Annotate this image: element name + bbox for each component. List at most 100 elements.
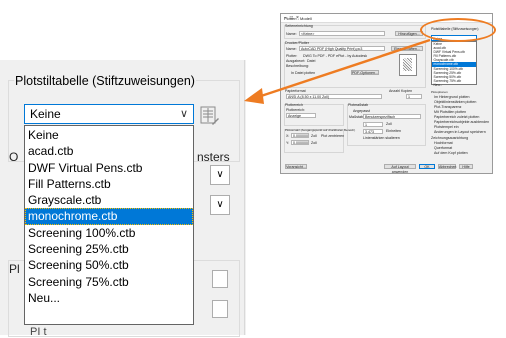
center-plot-checkbox[interactable]: Plot zentrieren [321, 134, 344, 138]
printer-value: AutoCAD PDF (High Quality Print).pc3 [301, 47, 363, 51]
background-combo-1[interactable]: ∨ [210, 165, 230, 185]
plot-offset-label: Plotversatz (Ausgangspunkt auf druckbare… [285, 127, 356, 132]
add-button[interactable]: Hinzufügen... [395, 31, 423, 36]
paper-size-label: Papierformat [285, 89, 306, 93]
scale-den-unit: Einheiten [386, 129, 401, 133]
help-button[interactable]: Hilfe [459, 164, 473, 169]
scale-unit: Zoll [386, 122, 392, 126]
chevron-down-icon: ∨ [179, 108, 188, 120]
plotter-label: Plotter: [286, 54, 298, 58]
x-value: 0.000000 [293, 134, 308, 138]
plot-to-file-checkbox[interactable]: In Datei plotten [291, 71, 315, 75]
dropdown-option[interactable]: DWF Virtual Pens.ctb [25, 160, 193, 176]
portrait-radio[interactable]: Hochformat [434, 141, 453, 145]
dropdown-option[interactable]: Screening 25%.ctb [25, 241, 193, 257]
scale-field-label: Maßstab: [349, 115, 364, 119]
page-setup-combo[interactable]: <Keine> [299, 31, 385, 36]
x-label: X: [286, 134, 290, 138]
background-combo-2[interactable]: ∨ [210, 195, 230, 215]
printer-name-label: Name: [286, 47, 297, 51]
scale-den-field[interactable]: 3.473 [363, 129, 383, 134]
x-offset-field[interactable]: 0.000000 [291, 133, 309, 138]
dropdown-option[interactable]: Neu... [25, 290, 193, 306]
y-label: Y: [286, 141, 290, 145]
edit-table-icon [200, 106, 219, 125]
plot-scale-label: Plotmaßstab [348, 102, 369, 107]
scale-combo[interactable]: Benutzerspezifisch [363, 114, 421, 119]
dropdown-option[interactable]: Screening 50%.ctb [25, 257, 193, 273]
plot-style-dropdown-list[interactable]: Keine acad.ctb DWF Virtual Pens.ctb Fill… [24, 125, 194, 325]
copies-label: Anzahl Kopien [389, 89, 413, 93]
lineweights-checkbox[interactable]: Linienstärken skalieren [363, 136, 400, 140]
callout-arrow-head [244, 88, 264, 104]
page-setup-label: Seiteneinrichtung [285, 23, 313, 28]
opt-styles[interactable]: Mit Plotstilen plotten [434, 110, 466, 114]
dropdown-option-selected[interactable]: monochrome.ctb [25, 208, 193, 225]
ok-button[interactable]: OK [419, 164, 435, 169]
fit-paper-checkbox[interactable]: Angepasst [353, 109, 370, 113]
plot-options-label: Plotoptionen [431, 90, 448, 94]
list-item[interactable]: Neu... [432, 83, 476, 87]
opt-hide[interactable]: Papierbereichsobjekte ausblenden [434, 120, 489, 124]
printer-label: Drucker/Plotter [285, 40, 309, 45]
opt-paperspace-last[interactable]: Papierbereich zuletzt plotten [434, 115, 479, 119]
paper-size-combo[interactable]: ANSI A (8.50 x 11.00 Zoll) [286, 94, 382, 99]
copies-field[interactable]: 1 [406, 94, 422, 99]
opt-stamp[interactable]: Plotstempel ein [434, 125, 459, 129]
page-setup-value: <Keine> [301, 32, 315, 36]
location-value: Datei [307, 59, 316, 63]
x-unit: Zoll [311, 134, 317, 138]
partial-label-lower: Pl [9, 262, 20, 276]
scale-num-value: 1 [365, 123, 367, 127]
edit-plot-style-button[interactable] [198, 104, 220, 126]
callout-highlight-oval [420, 18, 496, 42]
plot-what-value: Anzeige [288, 114, 301, 118]
paper-size-value: ANSI A (8.50 x 11.00 Zoll) [288, 95, 330, 99]
plotter-value: DWG To PDF - PDF ePlot - by Autodesk [303, 54, 368, 58]
dropdown-option[interactable]: Screening 75%.ctb [25, 274, 193, 290]
plot-what-label: Plotbereich: [286, 108, 305, 112]
location-label: Ausgabeort: [286, 59, 306, 63]
cancel-button[interactable]: Abbrechen [438, 164, 456, 169]
dropdown-option[interactable]: Grayscale.ctb [25, 192, 193, 208]
opt-lineweights[interactable]: Objektlinienstärken plotten [434, 100, 476, 104]
description-label: Beschreibung: [286, 64, 309, 68]
partial-label-left: O [9, 150, 19, 164]
partial-label-right: nsters [197, 150, 230, 164]
scale-num-field[interactable]: 1 [363, 122, 383, 127]
combo-value: Keine [30, 107, 61, 121]
orientation-label: Zeichnungsausrichtung [431, 136, 469, 140]
panel-edge [244, 60, 245, 335]
opt-save[interactable]: Änderungen in Layout speichern [434, 130, 486, 134]
scale-value: Benutzerspezifisch [365, 115, 396, 119]
properties-button[interactable]: Eigenschaften... [391, 46, 423, 51]
background-checkbox-2[interactable] [212, 300, 228, 318]
background-checkbox[interactable] [212, 270, 228, 288]
upside-down-checkbox[interactable]: Auf dem Kopf plotten [434, 151, 468, 155]
plot-style-table-title: Plotstiltabelle (Stiftzuweisungen) [14, 74, 196, 88]
scale-den-value: 3.473 [365, 130, 374, 134]
plot-what-combo[interactable]: Anzeige [286, 113, 316, 118]
dropdown-option[interactable]: Screening 100%.ctb [25, 225, 193, 241]
opt-transparency[interactable]: Plot-Transparenz [434, 105, 461, 109]
dropdown-option[interactable]: Keine [25, 127, 193, 143]
plot-area-label: Plotbereich [285, 102, 303, 107]
y-unit: Zoll [311, 141, 317, 145]
preview-button[interactable]: Voransicht... [285, 164, 307, 169]
cut-off-label: PI t [30, 326, 47, 338]
paper-preview [399, 54, 417, 76]
style-table-dropdown[interactable]: Keine acad.ctb DWF Virtual Pens.ctb Fill… [431, 41, 477, 87]
copies-value: 1 [408, 95, 410, 99]
printer-combo[interactable]: AutoCAD PDF (High Quality Print).pc3 [299, 46, 385, 51]
opt-background[interactable]: Im Hintergrund plotten [434, 95, 470, 99]
plot-style-table-combo[interactable]: Keine ∨ [24, 104, 194, 124]
apply-to-layout-button[interactable]: Auf Layout anwenden [384, 164, 416, 173]
y-offset-field[interactable]: 0.000000 [291, 140, 309, 145]
dropdown-option[interactable]: acad.ctb [25, 143, 193, 159]
pdf-options-button[interactable]: PDF-Optionen... [351, 70, 379, 75]
landscape-radio[interactable]: Querformat [434, 146, 452, 150]
dropdown-option[interactable]: Fill Patterns.ctb [25, 176, 193, 192]
name-label: Name: [286, 32, 297, 36]
paper-preview-hatch [403, 58, 412, 71]
y-value: 0.000000 [293, 141, 308, 145]
